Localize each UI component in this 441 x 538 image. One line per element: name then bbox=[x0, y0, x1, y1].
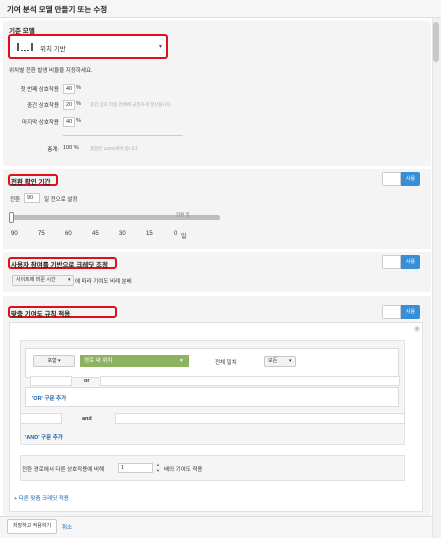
chevron-down-icon: ▾ bbox=[58, 358, 61, 364]
and-input-right[interactable] bbox=[115, 413, 405, 424]
total-divider bbox=[63, 135, 183, 136]
toggle-off-side bbox=[382, 255, 401, 269]
row-unit-first: % bbox=[76, 85, 81, 91]
total-label: 총계: bbox=[47, 147, 59, 153]
row-label-last: 마지막 상호작용 bbox=[22, 120, 59, 126]
base-model-select-value: 위치 기반 bbox=[40, 46, 66, 53]
save-apply-button[interactable]: 저장하고 적용하기 bbox=[7, 519, 57, 534]
row-label-first: 첫 번째 상호작용 bbox=[20, 87, 59, 93]
stepper-icon[interactable]: ▲ ▼ bbox=[154, 462, 162, 474]
chevron-down-icon: ▾ bbox=[159, 44, 163, 50]
engagement-toggle[interactable]: 사용 bbox=[382, 255, 420, 269]
scrollbar-thumb[interactable] bbox=[433, 22, 439, 62]
toggle-on-side: 사용 bbox=[401, 255, 420, 269]
include-select[interactable]: 포함 ▾ bbox=[33, 355, 75, 367]
toggle-off-side bbox=[382, 172, 401, 186]
chevron-down-icon: ▾ bbox=[68, 277, 71, 283]
dialog-title: 기여 분석 모델 만들기 또는 수정 bbox=[7, 5, 108, 14]
toggle-off-side bbox=[382, 305, 401, 319]
lookback-toggle[interactable]: 사용 bbox=[382, 172, 420, 186]
or-row bbox=[25, 387, 399, 407]
include-select-value: 포함 bbox=[47, 358, 57, 364]
engagement-title: 사용자 참여를 기반으로 크레딧 조정 bbox=[11, 262, 108, 269]
toggle-on-side: 사용 bbox=[401, 172, 420, 186]
match-select[interactable]: 모든 ▾ bbox=[264, 356, 296, 367]
tick-label: 60 bbox=[65, 231, 72, 237]
lookback-days-input[interactable]: 90 bbox=[24, 193, 40, 203]
total-value: 100 % bbox=[63, 145, 79, 151]
chevron-down-icon: ▾ bbox=[180, 358, 183, 364]
middle-hint: 중간 상호 작용 전체에 균등하게 분산됩니다. bbox=[90, 102, 173, 107]
credit-multiplier-input[interactable]: 1 bbox=[118, 463, 153, 473]
tick-unit: 일 bbox=[181, 234, 187, 240]
or-input-right[interactable] bbox=[100, 376, 400, 386]
add-and-clause-link[interactable]: 'AND' 구문 추가 bbox=[25, 433, 63, 441]
credit-prefix: 전환 경로에서 다른 상호작용에 비해 bbox=[22, 467, 105, 473]
lookback-slider-tag: 전환 일 bbox=[176, 212, 190, 217]
and-label: and bbox=[82, 416, 92, 422]
custom-rules-title: 맞춤 기여도 규칙 적용 bbox=[11, 311, 71, 318]
dimension-select-value: 경로 내 위치 bbox=[84, 358, 113, 364]
chevron-down-icon: ▾ bbox=[289, 358, 292, 364]
toggle-on-side: 사용 bbox=[401, 305, 420, 319]
lookback-slider-handle[interactable] bbox=[9, 212, 14, 223]
middle-interaction-input[interactable]: 20 bbox=[63, 100, 75, 110]
cancel-link[interactable]: 취소 bbox=[62, 523, 72, 531]
credit-suffix: 배의 기여도 적용 bbox=[164, 467, 203, 473]
engagement-select-value: 사이트에 머문 시간 bbox=[16, 277, 56, 283]
tick-label: 90 bbox=[11, 231, 18, 237]
tick-label: 75 bbox=[38, 231, 45, 237]
tick-label: 15 bbox=[146, 231, 153, 237]
or-input-left[interactable] bbox=[30, 376, 72, 386]
scrollbar-track[interactable] bbox=[432, 18, 441, 538]
add-another-rule-link[interactable]: + 다른 맞춤 크레딧 적용 bbox=[14, 494, 69, 502]
or-label: or bbox=[84, 378, 90, 384]
engagement-suffix: 에 따라 기여도 비례 분배 bbox=[75, 279, 132, 285]
last-interaction-input[interactable]: 40 bbox=[63, 117, 75, 127]
custom-rules-toggle[interactable]: 사용 bbox=[382, 305, 420, 319]
tick-label: 45 bbox=[92, 231, 99, 237]
lookback-prefix: 전환 bbox=[10, 197, 21, 203]
and-input-left[interactable] bbox=[20, 413, 62, 424]
lookback-title: 전환 확인 기간 bbox=[11, 179, 51, 186]
tick-label: 30 bbox=[119, 231, 126, 237]
first-interaction-input[interactable]: 40 bbox=[63, 84, 75, 94]
base-model-description: 위치별 전환 발생 비율을 지정하세요. bbox=[9, 68, 93, 74]
row-unit-last: % bbox=[76, 118, 81, 124]
bar-chart-icon bbox=[16, 40, 36, 53]
tick-label: 0 bbox=[174, 231, 178, 237]
row-label-middle: 중간 상호작용 bbox=[27, 103, 59, 109]
dimension-select[interactable]: 경로 내 위치 ▾ bbox=[80, 355, 189, 367]
close-icon[interactable]: × bbox=[414, 326, 420, 332]
add-or-clause-link[interactable]: 'OR' 구문 추가 bbox=[32, 394, 66, 402]
lookback-suffix: 일 전으로 설정 bbox=[44, 197, 78, 203]
match-label: 전체 일치 bbox=[215, 360, 237, 366]
total-hint: 총합은 100%여야 합니다. bbox=[90, 146, 139, 151]
engagement-select[interactable]: 사이트에 머문 시간 ▾ bbox=[12, 275, 74, 286]
lookback-ticks: 90 75 60 45 30 15 0 일 bbox=[11, 231, 211, 240]
row-unit-middle: % bbox=[76, 101, 81, 107]
match-select-value: 모든 bbox=[268, 358, 278, 364]
